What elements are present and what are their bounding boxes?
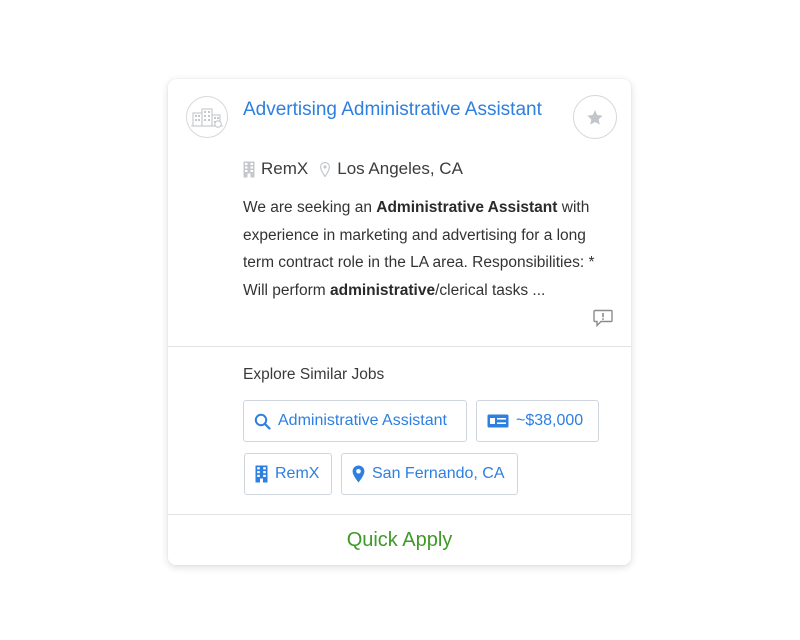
similar-company-chip[interactable]: RemX xyxy=(244,453,332,495)
building-logo-icon xyxy=(191,108,223,128)
star-icon xyxy=(587,109,603,125)
company-name: RemX xyxy=(261,159,309,178)
building-icon xyxy=(243,161,255,178)
job-description: We are seeking an Administrative Assista… xyxy=(243,199,595,299)
company-logo xyxy=(186,96,228,138)
chip-label: RemX xyxy=(275,465,320,482)
chip-label: San Fernando, CA xyxy=(372,465,505,482)
similar-title-chip[interactable]: Administrative Assistant xyxy=(243,400,467,442)
job-card: Advertising Administrative Assistant Rem… xyxy=(168,79,631,565)
job-meta: RemX Los Angeles, CA xyxy=(243,158,463,180)
job-location: Los Angeles, CA xyxy=(337,159,463,178)
job-title-link[interactable]: Advertising Administrative Assistant xyxy=(243,96,543,124)
search-icon xyxy=(254,413,271,430)
report-flag-icon xyxy=(593,309,613,327)
similar-salary-chip[interactable]: ~$38,000 xyxy=(476,400,599,442)
similar-location-chip[interactable]: San Fernando, CA xyxy=(341,453,518,495)
favorite-button[interactable] xyxy=(573,95,617,139)
chip-label: ~$38,000 xyxy=(516,412,584,429)
section-divider xyxy=(168,346,631,347)
building-icon xyxy=(255,465,268,483)
map-pin-icon xyxy=(320,161,331,177)
quick-apply-button[interactable]: Quick Apply xyxy=(168,515,631,565)
money-bill-icon xyxy=(487,414,509,428)
explore-similar-heading: Explore Similar Jobs xyxy=(243,366,385,383)
map-pin-icon xyxy=(352,465,365,483)
chip-label: Administrative Assistant xyxy=(278,412,447,429)
report-button[interactable] xyxy=(592,308,614,328)
